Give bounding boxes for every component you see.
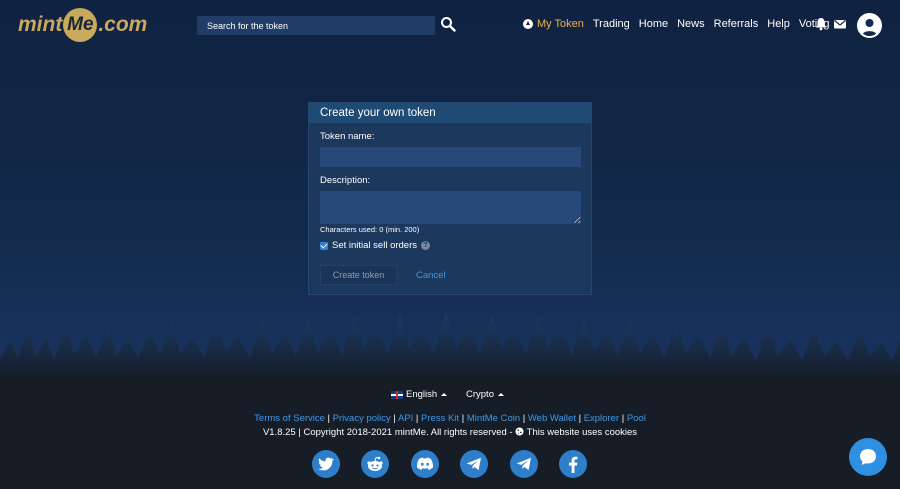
link-api[interactable]: API xyxy=(398,413,413,424)
social-links xyxy=(312,450,592,480)
link-pool[interactable]: Pool xyxy=(627,413,646,424)
link-explorer[interactable]: Explorer xyxy=(584,413,619,424)
mintme-logo[interactable]: mint Me .com xyxy=(18,8,147,42)
nav-news[interactable]: News xyxy=(677,18,705,30)
bell-icon[interactable] xyxy=(814,17,828,31)
card-title: Create your own token xyxy=(309,103,591,123)
footer-links: Terms of Service | Privacy policy | API … xyxy=(254,413,646,424)
link-mintme-coin[interactable]: MintMe Coin xyxy=(467,413,520,424)
link-terms-of-service[interactable]: Terms of Service xyxy=(254,413,325,424)
link-web-wallet[interactable]: Web Wallet xyxy=(528,413,576,424)
user-icon xyxy=(862,19,877,36)
telegram-icon[interactable] xyxy=(460,450,488,478)
envelope-icon[interactable] xyxy=(833,17,847,31)
version-copyright: V1.8.25 | Copyright 2018-2021 mintMe. Al… xyxy=(262,427,516,438)
search-icon[interactable] xyxy=(440,16,456,32)
description-label: Description: xyxy=(320,175,371,186)
twitter-icon[interactable] xyxy=(312,450,340,478)
language-label: English xyxy=(406,389,438,400)
nav-my-token[interactable]: My Token xyxy=(523,18,584,30)
initial-sell-orders-label[interactable]: Set initial sell orders xyxy=(332,240,417,251)
characters-used-counter: Characters used: 0 (min. 200) xyxy=(320,225,420,234)
caret-up-icon xyxy=(497,393,504,396)
live-chat-button[interactable] xyxy=(849,438,887,476)
cookie-icon xyxy=(515,427,524,436)
reddit-icon[interactable] xyxy=(361,450,389,478)
create-token-card: Create your own token Token name: Descri… xyxy=(308,102,592,295)
create-token-button[interactable]: Create token xyxy=(320,265,397,285)
description-textarea[interactable] xyxy=(320,191,581,224)
token-search-input[interactable] xyxy=(197,16,435,35)
nav-referrals[interactable]: Referrals xyxy=(714,18,759,30)
link-press-kit[interactable]: Press Kit xyxy=(421,413,459,424)
telegram-icon[interactable] xyxy=(510,450,538,478)
token-name-label: Token name: xyxy=(320,131,375,142)
logo-text-me: Me xyxy=(63,8,98,42)
discord-icon[interactable] xyxy=(411,450,439,478)
crypto-label: Crypto xyxy=(466,389,494,400)
nav-trading[interactable]: Trading xyxy=(593,18,630,30)
cookies-link[interactable]: This website uses cookies xyxy=(527,427,637,438)
user-avatar[interactable] xyxy=(857,13,882,38)
crypto-selector[interactable]: Crypto xyxy=(466,389,504,400)
token-name-input[interactable] xyxy=(320,147,581,167)
facebook-icon[interactable] xyxy=(559,450,587,478)
caret-up-icon xyxy=(441,393,448,396)
logo-text-mint: mint xyxy=(18,13,63,36)
link-privacy-policy[interactable]: Privacy policy xyxy=(333,413,391,424)
grass-decoration xyxy=(0,312,900,380)
top-navbar: mintMe.com My Token Trading Home News Re… xyxy=(0,0,900,52)
uk-flag-icon xyxy=(391,390,403,399)
cancel-button[interactable]: Cancel xyxy=(416,265,446,285)
nav-help[interactable]: Help xyxy=(767,18,790,30)
language-selector[interactable]: English xyxy=(391,389,448,400)
nav-home[interactable]: Home xyxy=(639,18,668,30)
nav-my-token-label: My Token xyxy=(537,18,584,30)
main-nav: My Token Trading Home News Referrals Hel… xyxy=(523,18,838,30)
token-icon xyxy=(523,19,533,29)
initial-sell-orders-checkbox[interactable] xyxy=(320,241,328,250)
logo-text-com: .com xyxy=(98,13,148,36)
copyright-line: V1.8.25 | Copyright 2018-2021 mintMe. Al… xyxy=(0,427,900,438)
initial-sell-orders-row: Set initial sell orders ? xyxy=(320,240,431,251)
help-icon[interactable]: ? xyxy=(421,241,431,250)
chat-bubble-icon xyxy=(860,449,876,465)
footer: English Crypto Terms of Service | Privac… xyxy=(0,372,900,489)
